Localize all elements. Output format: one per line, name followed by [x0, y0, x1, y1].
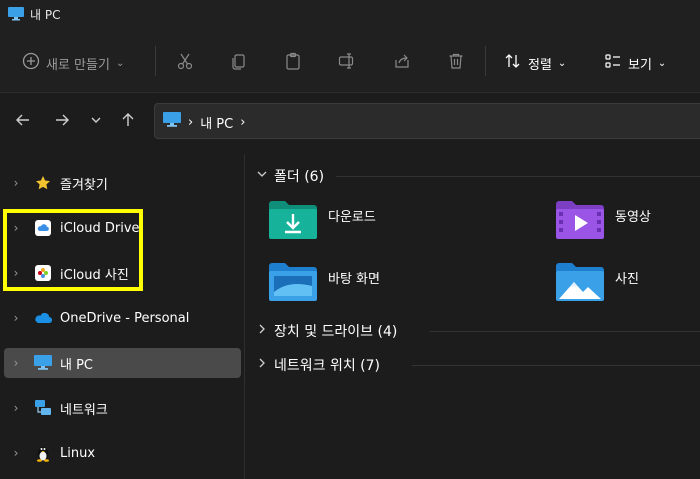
chevron-right-icon: [256, 323, 268, 339]
desktop-folder-icon: [268, 262, 318, 306]
videos-folder-icon: [555, 200, 605, 244]
navigation-pane: › 즐겨찾기 › iCloud Drive › iCloud 사진 › OneD…: [0, 154, 245, 479]
folder-item-videos[interactable]: 동영상: [555, 200, 651, 244]
folder-label: 바탕 화면: [328, 272, 380, 287]
arrow-left-icon: [15, 112, 31, 132]
onedrive-icon: [34, 309, 52, 327]
chevron-down-icon: ⌄: [657, 57, 667, 69]
forward-button[interactable]: [51, 111, 73, 133]
copy-icon[interactable]: [230, 52, 248, 74]
sort-button[interactable]: 정렬 ⌄: [504, 52, 566, 74]
group-divider: [412, 365, 700, 366]
pictures-folder-icon: [555, 262, 605, 306]
folder-item-desktop[interactable]: 바탕 화면: [268, 262, 380, 306]
sidebar-item-label: 즐겨찾기: [60, 177, 108, 193]
group-divider: [430, 331, 700, 332]
back-button[interactable]: [12, 111, 34, 133]
sidebar-item-this-pc[interactable]: › 내 PC: [4, 348, 241, 378]
arrow-up-icon: [120, 112, 136, 132]
plus-circle-icon: [22, 52, 40, 74]
chevron-down-icon: [256, 168, 268, 184]
chevron-right-icon[interactable]: ›: [6, 401, 26, 415]
group-header-folders[interactable]: 폴더 (6): [256, 166, 324, 186]
folder-item-downloads[interactable]: 다운로드: [268, 200, 376, 244]
chevron-right-icon[interactable]: ›: [6, 176, 26, 190]
chevron-down-icon: [90, 114, 102, 130]
group-label: 폴더 (6): [274, 169, 325, 185]
group-header-network-locations[interactable]: 네트워크 위치 (7): [256, 355, 380, 375]
view-list-icon: [604, 52, 622, 74]
paste-icon[interactable]: [284, 52, 302, 74]
breadcrumb-item[interactable]: 내 PC: [200, 113, 233, 132]
rename-icon[interactable]: [338, 52, 356, 74]
pc-icon: [163, 112, 181, 132]
sidebar-item-network[interactable]: › 네트워크: [4, 393, 241, 423]
sidebar-item-label: Linux: [60, 445, 96, 461]
sort-arrows-icon: [504, 52, 522, 74]
group-header-devices[interactable]: 장치 및 드라이브 (4): [256, 321, 397, 341]
downloads-folder-icon: [268, 200, 318, 244]
group-divider: [336, 176, 700, 177]
sidebar-item-label: 네트워크: [60, 402, 108, 418]
pc-icon: [34, 354, 52, 372]
window-title: 내 PC: [30, 8, 61, 22]
sidebar-item-label: OneDrive - Personal: [60, 310, 190, 326]
group-label: 네트워크 위치 (7): [274, 358, 381, 374]
title-bar: 내 PC: [0, 0, 700, 30]
linux-icon: [34, 444, 52, 462]
share-icon[interactable]: [393, 52, 411, 74]
folder-item-pictures[interactable]: 사진: [555, 262, 639, 306]
folder-label: 동영상: [615, 210, 651, 225]
chevron-down-icon: ⌄: [115, 57, 125, 69]
highlight-box: [3, 209, 143, 291]
folder-label: 다운로드: [328, 210, 376, 225]
network-icon: [34, 399, 52, 417]
recent-locations-button[interactable]: [85, 111, 107, 133]
star-icon: [34, 174, 52, 192]
sidebar-item-onedrive[interactable]: › OneDrive - Personal: [4, 303, 241, 333]
new-button-label: 새로 만들기: [46, 57, 110, 73]
command-bar: 새로 만들기 ⌄ 정렬 ⌄ 보기 ⌄: [0, 30, 700, 93]
chevron-down-icon: ⌄: [557, 57, 567, 69]
view-button[interactable]: 보기 ⌄: [604, 52, 666, 74]
chevron-right-icon[interactable]: ›: [6, 311, 26, 325]
arrow-right-icon: [54, 112, 70, 132]
breadcrumb-separator-icon[interactable]: ›: [240, 115, 245, 130]
folder-label: 사진: [615, 272, 639, 287]
sidebar-item-label: 내 PC: [60, 357, 94, 373]
breadcrumb-separator-icon[interactable]: ›: [188, 115, 193, 130]
chevron-right-icon[interactable]: ›: [6, 446, 26, 460]
new-button[interactable]: 새로 만들기 ⌄: [22, 52, 124, 74]
chevron-right-icon[interactable]: ›: [6, 356, 26, 370]
navigation-bar: › 내 PC ›: [0, 93, 700, 153]
view-button-label: 보기: [628, 57, 652, 73]
sidebar-item-linux[interactable]: › Linux: [4, 438, 241, 468]
sidebar-item-favorites[interactable]: › 즐겨찾기: [4, 168, 241, 198]
pc-icon: [8, 7, 24, 25]
up-button[interactable]: [117, 111, 139, 133]
address-bar[interactable]: › 내 PC ›: [154, 103, 700, 139]
trash-icon[interactable]: [447, 52, 465, 74]
chevron-right-icon: [256, 357, 268, 373]
group-label: 장치 및 드라이브 (4): [274, 324, 398, 340]
cut-icon[interactable]: [176, 52, 194, 74]
sort-button-label: 정렬: [528, 57, 552, 73]
